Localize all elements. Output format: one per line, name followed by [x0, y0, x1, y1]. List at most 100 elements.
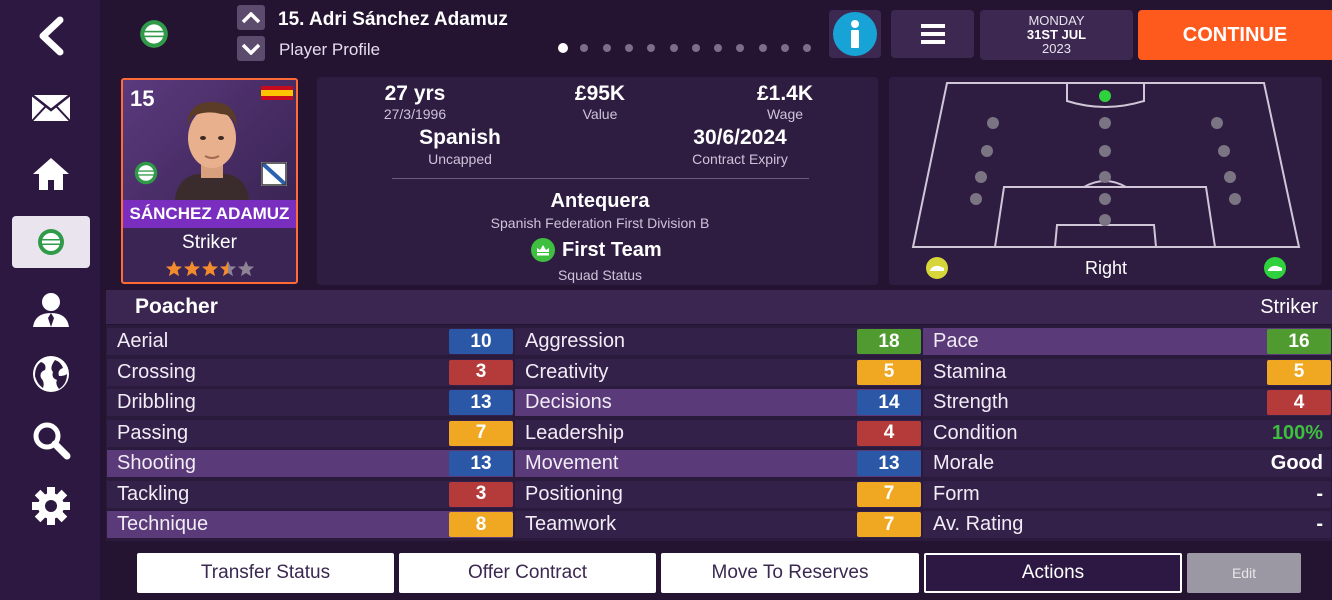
move-to-reserves-label: Move To Reserves [711, 562, 869, 583]
attribute-value: 7 [857, 512, 921, 537]
previous-player-button[interactable] [237, 5, 265, 30]
page-dot[interactable] [781, 44, 789, 52]
inbox-button[interactable] [12, 80, 90, 136]
attribute-row[interactable]: Condition 100% [923, 419, 1331, 447]
back-button[interactable] [12, 8, 90, 64]
attribute-row[interactable]: Creativity 5 [515, 358, 921, 386]
move-to-reserves-button[interactable]: Move To Reserves [661, 553, 919, 593]
contract-expiry-label: Contract Expiry [692, 151, 788, 167]
left-foot-icon [926, 257, 948, 279]
page-dot[interactable] [691, 44, 700, 52]
attribute-row[interactable]: Passing 7 [107, 419, 513, 447]
attribute-name: Form [933, 482, 980, 505]
attribute-row[interactable]: Morale Good [923, 450, 1331, 477]
attribute-row[interactable]: Aggression 18 [515, 328, 921, 355]
attribute-name: Teamwork [525, 513, 617, 535]
star-icon [165, 260, 183, 277]
value-amount: £95K [574, 82, 626, 105]
right-foot-icon [1264, 257, 1286, 279]
page-dot[interactable] [602, 44, 611, 52]
position-dot [975, 171, 987, 183]
attribute-name: Strength [933, 391, 1009, 413]
attribute-row[interactable]: Tackling 3 [107, 480, 513, 508]
next-player-button[interactable] [237, 36, 265, 61]
attribute-row[interactable]: Pace 16 [923, 328, 1331, 355]
club-badge-icon [140, 20, 168, 48]
star-icon [183, 260, 201, 277]
attribute-value: 3 [449, 359, 513, 385]
chevron-up-icon [241, 11, 261, 23]
offer-contract-button[interactable]: Offer Contract [399, 553, 656, 593]
transfer-status-label: Transfer Status [200, 562, 331, 583]
edit-button[interactable]: Edit [1187, 553, 1301, 593]
attribute-row[interactable]: Shooting 13 [107, 450, 513, 477]
home-button[interactable] [12, 146, 90, 202]
attribute-name: Technique [117, 513, 209, 535]
actions-label: Actions [1021, 562, 1085, 583]
attribute-value: 18 [857, 329, 921, 354]
attribute-row[interactable]: Aerial 10 [107, 328, 513, 355]
player-card-name: SÁNCHEZ ADAMUZ [123, 200, 296, 228]
attribute-row[interactable]: Decisions 14 [515, 389, 921, 416]
caps-value: Uncapped [428, 151, 492, 167]
attribute-value: 8 [449, 512, 513, 537]
date-date: 31ST JUL [1026, 27, 1087, 42]
attribute-row[interactable]: Movement 13 [515, 450, 921, 477]
attribute-value: 4 [857, 420, 921, 446]
attribute-row[interactable]: Av. Rating - [923, 511, 1331, 538]
player-card-position: Striker [182, 232, 237, 253]
club-name[interactable]: Antequera [450, 190, 750, 213]
settings-button[interactable] [12, 478, 90, 534]
attribute-row[interactable]: Teamwork 7 [515, 511, 921, 538]
squad-status-value: First Team [562, 238, 662, 261]
page-dot[interactable] [624, 44, 633, 52]
attribute-row[interactable]: Leadership 4 [515, 419, 921, 447]
position-dot [1224, 171, 1236, 183]
club-badge-icon [38, 229, 64, 255]
attribute-row[interactable]: Strength 4 [923, 389, 1331, 416]
spain-flag-icon [261, 86, 293, 100]
attribute-row[interactable]: Form - [923, 480, 1331, 508]
menu-button[interactable] [891, 10, 974, 58]
player-card[interactable]: 15 SÁNCHEZ ADAMUZ Striker [121, 78, 298, 284]
search-button[interactable] [12, 412, 90, 468]
page-dot[interactable] [669, 44, 678, 52]
info-button[interactable] [829, 10, 881, 58]
attribute-row[interactable]: Technique 8 [107, 511, 513, 538]
attribute-row[interactable]: Dribbling 13 [107, 389, 513, 416]
position-dot [981, 145, 993, 157]
date-day: MONDAY [1028, 13, 1085, 28]
transfer-status-button[interactable]: Transfer Status [137, 553, 394, 593]
attribute-name: Tackling [117, 482, 190, 505]
mail-icon [31, 94, 71, 122]
position-dot [1218, 145, 1230, 157]
home-icon [33, 158, 69, 190]
league-name[interactable]: Spanish Federation First Division B [450, 215, 750, 231]
attribute-row[interactable]: Positioning 7 [515, 480, 921, 508]
position-dot [1099, 171, 1111, 183]
chevron-down-icon [241, 43, 261, 55]
continue-button[interactable]: CONTINUE [1138, 10, 1332, 60]
star-icon [201, 260, 219, 277]
attribute-value: 4 [1267, 390, 1331, 415]
player-position[interactable]: Striker [1260, 296, 1318, 319]
staff-button[interactable] [12, 282, 90, 338]
attribute-row[interactable]: Stamina 5 [923, 358, 1331, 386]
attribute-row[interactable]: Crossing 3 [107, 358, 513, 386]
attribute-name: Leadership [525, 421, 624, 444]
player-role[interactable]: Poacher [135, 295, 218, 319]
date-display[interactable]: MONDAY 31ST JUL 2023 [980, 10, 1133, 60]
player-face-image [175, 102, 249, 200]
search-icon [33, 422, 71, 460]
club-button[interactable] [12, 216, 90, 268]
page-dot[interactable] [558, 43, 568, 53]
page-dot[interactable] [758, 44, 767, 52]
hamburger-menu-icon [920, 24, 945, 44]
attribute-name: Condition [933, 421, 1018, 444]
age-value: 27 yrs [384, 82, 446, 105]
offer-contract-label: Offer Contract [468, 562, 587, 583]
header-club-badge [138, 18, 170, 55]
world-button[interactable] [12, 346, 90, 402]
actions-button[interactable]: Actions [924, 553, 1182, 593]
player-number: 15 [130, 86, 155, 111]
